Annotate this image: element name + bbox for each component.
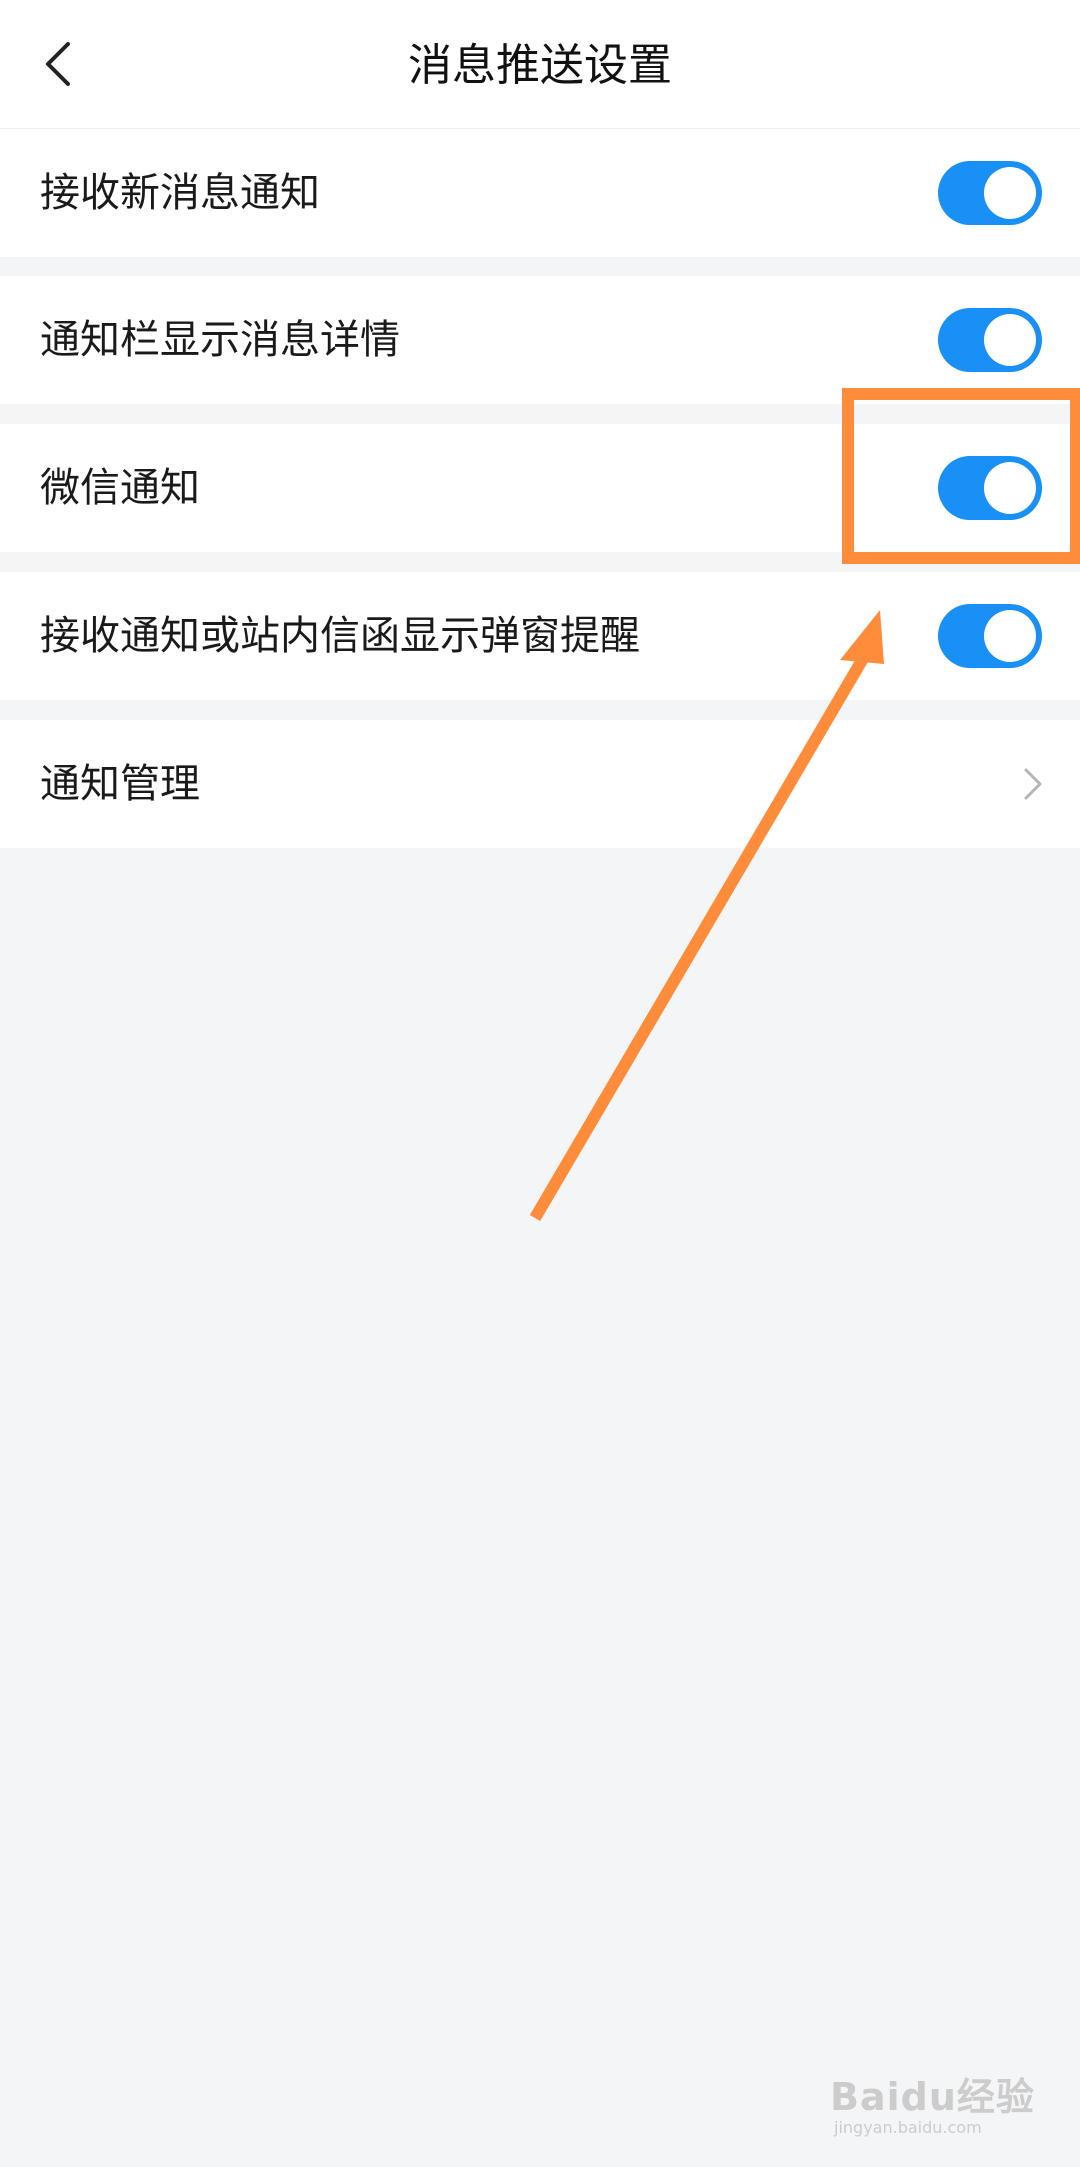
watermark-subtext: jingyan.baidu.com [834,2118,982,2137]
header-bar: 消息推送设置 [0,0,1080,129]
notification-detail-toggle[interactable] [938,308,1042,372]
chevron-right-icon [1024,768,1042,800]
setting-row-popup-reminder: 接收通知或站内信函显示弹窗提醒 [0,572,1080,700]
setting-label: 接收通知或站内信函显示弹窗提醒 [40,613,640,659]
page-title: 消息推送设置 [408,40,672,91]
setting-row-notification-detail: 通知栏显示消息详情 [0,276,1080,404]
setting-label: 通知管理 [40,761,200,807]
new-message-toggle[interactable] [938,161,1042,225]
toggle-knob [984,610,1036,662]
setting-row-notification-management[interactable]: 通知管理 [0,720,1080,848]
toggle-knob [984,167,1036,219]
toggle-knob [984,314,1036,366]
setting-label: 微信通知 [40,465,200,511]
setting-label: 通知栏显示消息详情 [40,317,400,363]
setting-row-new-message: 接收新消息通知 [0,129,1080,257]
toggle-knob [984,462,1036,514]
setting-row-wechat: 微信通知 [0,424,1080,552]
wechat-notification-toggle[interactable] [938,456,1042,520]
popup-reminder-toggle[interactable] [938,604,1042,668]
setting-label: 接收新消息通知 [40,170,320,216]
watermark: Baidu经验 jingyan.baidu.com [830,2062,1050,2142]
watermark-text: Baidu经验 [830,2075,1035,2119]
